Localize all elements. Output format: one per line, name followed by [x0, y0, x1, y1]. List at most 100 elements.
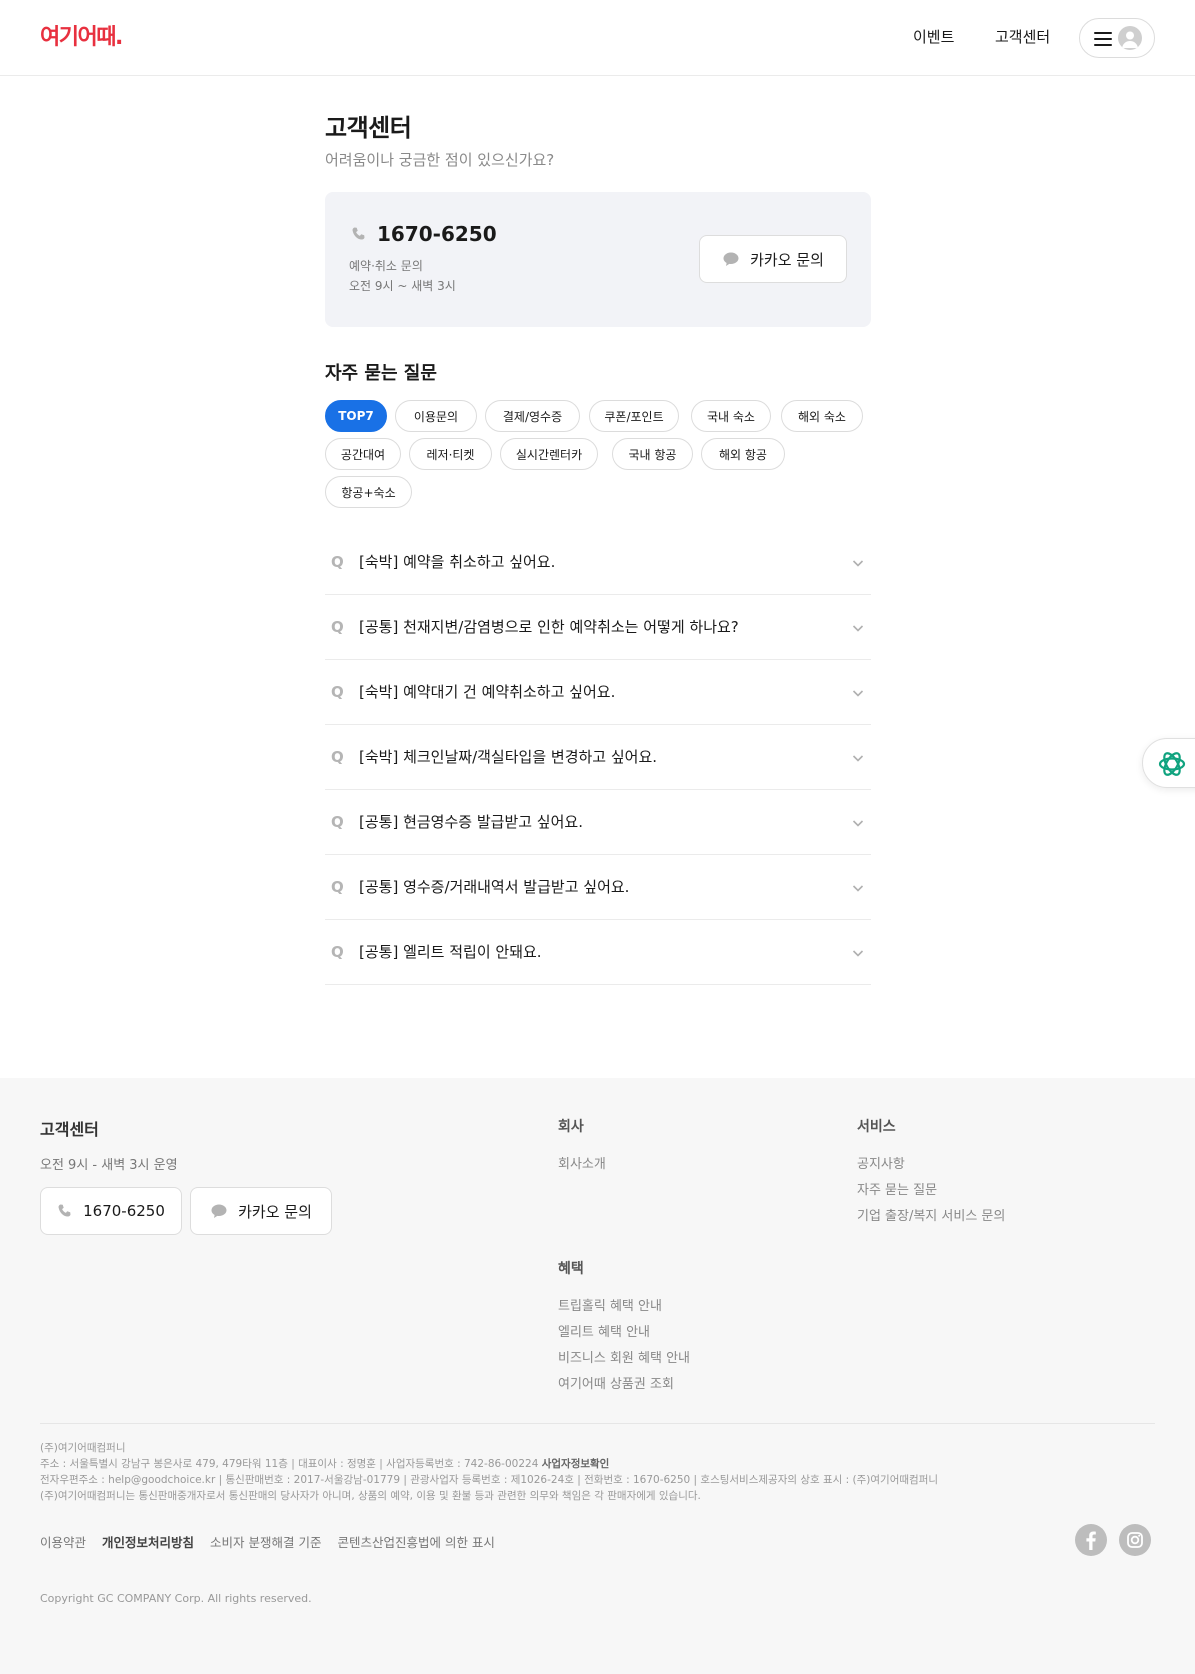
- kakao-inquiry-button[interactable]: 카카오 문의: [699, 235, 847, 283]
- brand-logo[interactable]: 여기어때.: [40, 27, 123, 49]
- company-name: (주)여기어때컴퍼니: [40, 1442, 126, 1454]
- faq-q-marker: Q: [331, 553, 344, 571]
- chevron-down-icon: [852, 690, 864, 697]
- company-address-line: 주소 : 서울특별시 강남구 봉은사로 479, 479타워 11층 | 대표이…: [40, 1456, 938, 1472]
- chat-bubble-icon: [211, 1204, 227, 1218]
- footer-divider: [40, 1423, 1155, 1424]
- footer-link-faq[interactable]: 자주 묻는 질문: [857, 1179, 937, 1198]
- footer-cs-title: 고객센터: [40, 1120, 99, 1139]
- business-info-link[interactable]: 사업자정보확인: [542, 1458, 610, 1470]
- company-contact-line: 전자우편주소 : help@goodchoice.kr | 통신판매번호 : 2…: [40, 1474, 939, 1486]
- category-chip-flight-stay[interactable]: 항공+숙소: [325, 476, 412, 508]
- category-chip-overseas-flight[interactable]: 해외 항공: [701, 438, 785, 470]
- faq-question: [숙박] 예약대기 건 예약취소하고 싶어요.: [359, 683, 616, 701]
- hamburger-icon: [1094, 32, 1112, 46]
- faq-question: [공통] 엘리트 적립이 안돼요.: [359, 943, 542, 961]
- footer-cs-hours: 오전 9시 - 새벽 3시 운영: [40, 1158, 178, 1173]
- faq-question: [공통] 현금영수증 발급받고 싶어요.: [359, 813, 583, 831]
- policy-link-content-law[interactable]: 콘텐츠산업진흥법에 의한 표시: [337, 1532, 494, 1551]
- footer-link-biz-member[interactable]: 비즈니스 회원 혜택 안내: [558, 1347, 690, 1366]
- instagram-icon: [1127, 1532, 1143, 1548]
- nav-events-link[interactable]: 이벤트: [913, 26, 954, 48]
- faq-section-title: 자주 묻는 질문: [325, 363, 437, 384]
- top-header: 여기어때. 이벤트 고객센터: [0, 0, 1195, 76]
- chevron-down-icon: [852, 820, 864, 827]
- faq-item[interactable]: Q [공통] 천재지변/감염병으로 인한 예약취소는 어떻게 하나요?: [325, 595, 871, 660]
- phone-icon: [58, 1204, 71, 1217]
- page-subtitle: 어려움이나 궁금한 점이 있으신가요?: [325, 151, 555, 169]
- phone-icon: [352, 227, 365, 240]
- nav-customer-center-link[interactable]: 고객센터: [995, 26, 1050, 48]
- policy-link-privacy[interactable]: 개인정보처리방침: [102, 1532, 194, 1551]
- footer-kakao-button[interactable]: 카카오 문의: [190, 1187, 332, 1235]
- faq-item[interactable]: Q [공통] 현금영수증 발급받고 싶어요.: [325, 790, 871, 855]
- footer-link-business[interactable]: 기업 출장/복지 서비스 문의: [857, 1205, 1005, 1224]
- facebook-icon: [1086, 1531, 1096, 1550]
- copyright: Copyright GC COMPANY Corp. All rights re…: [40, 1592, 312, 1605]
- chevron-down-icon: [852, 755, 864, 762]
- category-chip-coupon[interactable]: 쿠폰/포인트: [589, 400, 679, 432]
- contact-card: 1670-6250 예약·취소 문의 오전 9시 ~ 새벽 3시 카카오 문의: [325, 192, 871, 327]
- faq-q-marker: Q: [331, 878, 344, 896]
- category-chip-usage[interactable]: 이용문의: [395, 400, 477, 432]
- category-chip-domestic-stay[interactable]: 국내 숙소: [691, 400, 771, 432]
- faq-question: [공통] 천재지변/감염병으로 인한 예약취소는 어떻게 하나요?: [359, 618, 739, 636]
- category-chip-domestic-flight[interactable]: 국내 항공: [612, 438, 693, 470]
- instagram-link[interactable]: [1119, 1524, 1151, 1556]
- site-footer: 고객센터 오전 9시 - 새벽 3시 운영 1670-6250 카카오 문의 회…: [0, 1078, 1195, 1674]
- faq-q-marker: Q: [331, 683, 344, 701]
- faq-q-marker: Q: [331, 813, 344, 831]
- chevron-down-icon: [852, 625, 864, 632]
- footer-link-company-intro[interactable]: 회사소개: [558, 1153, 606, 1172]
- footer-kakao-label: 카카오 문의: [238, 1202, 312, 1221]
- faq-item[interactable]: Q [숙박] 체크인날짜/객실타입을 변경하고 싶어요.: [325, 725, 871, 790]
- category-chip-rental-car[interactable]: 실시간렌터카: [500, 438, 598, 470]
- footer-link-gift-card[interactable]: 여기어때 상품권 조회: [558, 1373, 674, 1392]
- ai-assistant-button[interactable]: [1142, 738, 1195, 788]
- contact-info: 예약·취소 문의 오전 9시 ~ 새벽 3시: [349, 256, 456, 296]
- chevron-down-icon: [852, 560, 864, 567]
- footer-phone-button[interactable]: 1670-6250: [40, 1187, 182, 1235]
- chat-bubble-icon: [723, 252, 739, 266]
- user-menu-button[interactable]: [1079, 18, 1155, 58]
- kakao-inquiry-label: 카카오 문의: [750, 250, 824, 269]
- faq-question: [숙박] 체크인날짜/객실타입을 변경하고 싶어요.: [359, 748, 658, 766]
- footer-link-elite[interactable]: 엘리트 혜택 안내: [558, 1321, 650, 1340]
- faq-item[interactable]: Q [숙박] 예약대기 건 예약취소하고 싶어요.: [325, 660, 871, 725]
- faq-item[interactable]: Q [공통] 영수증/거래내역서 발급받고 싶어요.: [325, 855, 871, 920]
- contact-hours: 오전 9시 ~ 새벽 3시: [349, 279, 456, 293]
- category-chip-top7[interactable]: TOP7: [325, 400, 387, 432]
- footer-benefit-title: 혜택: [558, 1261, 584, 1277]
- category-chip-leisure-ticket[interactable]: 레저·티켓: [409, 438, 492, 470]
- user-avatar-icon: [1118, 26, 1142, 50]
- chevron-down-icon: [852, 885, 864, 892]
- footer-phone-label: 1670-6250: [83, 1202, 165, 1220]
- footer-service-title: 서비스: [857, 1119, 896, 1135]
- faq-list: Q [숙박] 예약을 취소하고 싶어요. Q [공통] 천재지변/감염병으로 인…: [325, 530, 871, 985]
- phone-row: 1670-6250: [351, 222, 497, 246]
- ai-assistant-icon: [1158, 752, 1186, 776]
- support-phone-number: 1670-6250: [377, 222, 497, 246]
- faq-item[interactable]: Q [숙박] 예약을 취소하고 싶어요.: [325, 530, 871, 595]
- faq-item[interactable]: Q [공통] 엘리트 적립이 안돼요.: [325, 920, 871, 985]
- footer-link-notice[interactable]: 공지사항: [857, 1153, 905, 1172]
- policy-link-terms[interactable]: 이용약관: [40, 1532, 86, 1551]
- page-title: 고객센터: [325, 114, 412, 142]
- company-info: (주)여기어때컴퍼니 주소 : 서울특별시 강남구 봉은사로 479, 479타…: [40, 1440, 938, 1504]
- category-chip-overseas-stay[interactable]: 해외 숙소: [781, 400, 863, 432]
- main-content: 고객센터 어려움이나 궁금한 점이 있으신가요? 1670-6250 예약·취소…: [325, 110, 871, 985]
- faq-q-marker: Q: [331, 748, 344, 766]
- category-chip-space-rental[interactable]: 공간대여: [325, 438, 401, 470]
- faq-q-marker: Q: [331, 618, 344, 636]
- footer-company-title: 회사: [558, 1119, 584, 1135]
- company-disclaimer: (주)여기어때컴퍼니는 통신판매중개자로서 통신판매의 당사자가 아니며, 상품…: [40, 1490, 701, 1502]
- faq-question: [공통] 영수증/거래내역서 발급받고 싶어요.: [359, 878, 630, 896]
- category-chip-payment[interactable]: 결제/영수증: [485, 400, 580, 432]
- company-address: 주소 : 서울특별시 강남구 봉은사로 479, 479타워 11층 | 대표이…: [40, 1458, 539, 1470]
- faq-q-marker: Q: [331, 943, 344, 961]
- chevron-down-icon: [852, 950, 864, 957]
- policy-links: 이용약관 개인정보처리방침 소비자 분쟁해결 기준 콘텐츠산업진흥법에 의한 표…: [40, 1532, 511, 1551]
- footer-link-tripholic[interactable]: 트립홀릭 혜택 안내: [558, 1295, 662, 1314]
- facebook-link[interactable]: [1075, 1524, 1107, 1556]
- policy-link-dispute[interactable]: 소비자 분쟁해결 기준: [210, 1532, 321, 1551]
